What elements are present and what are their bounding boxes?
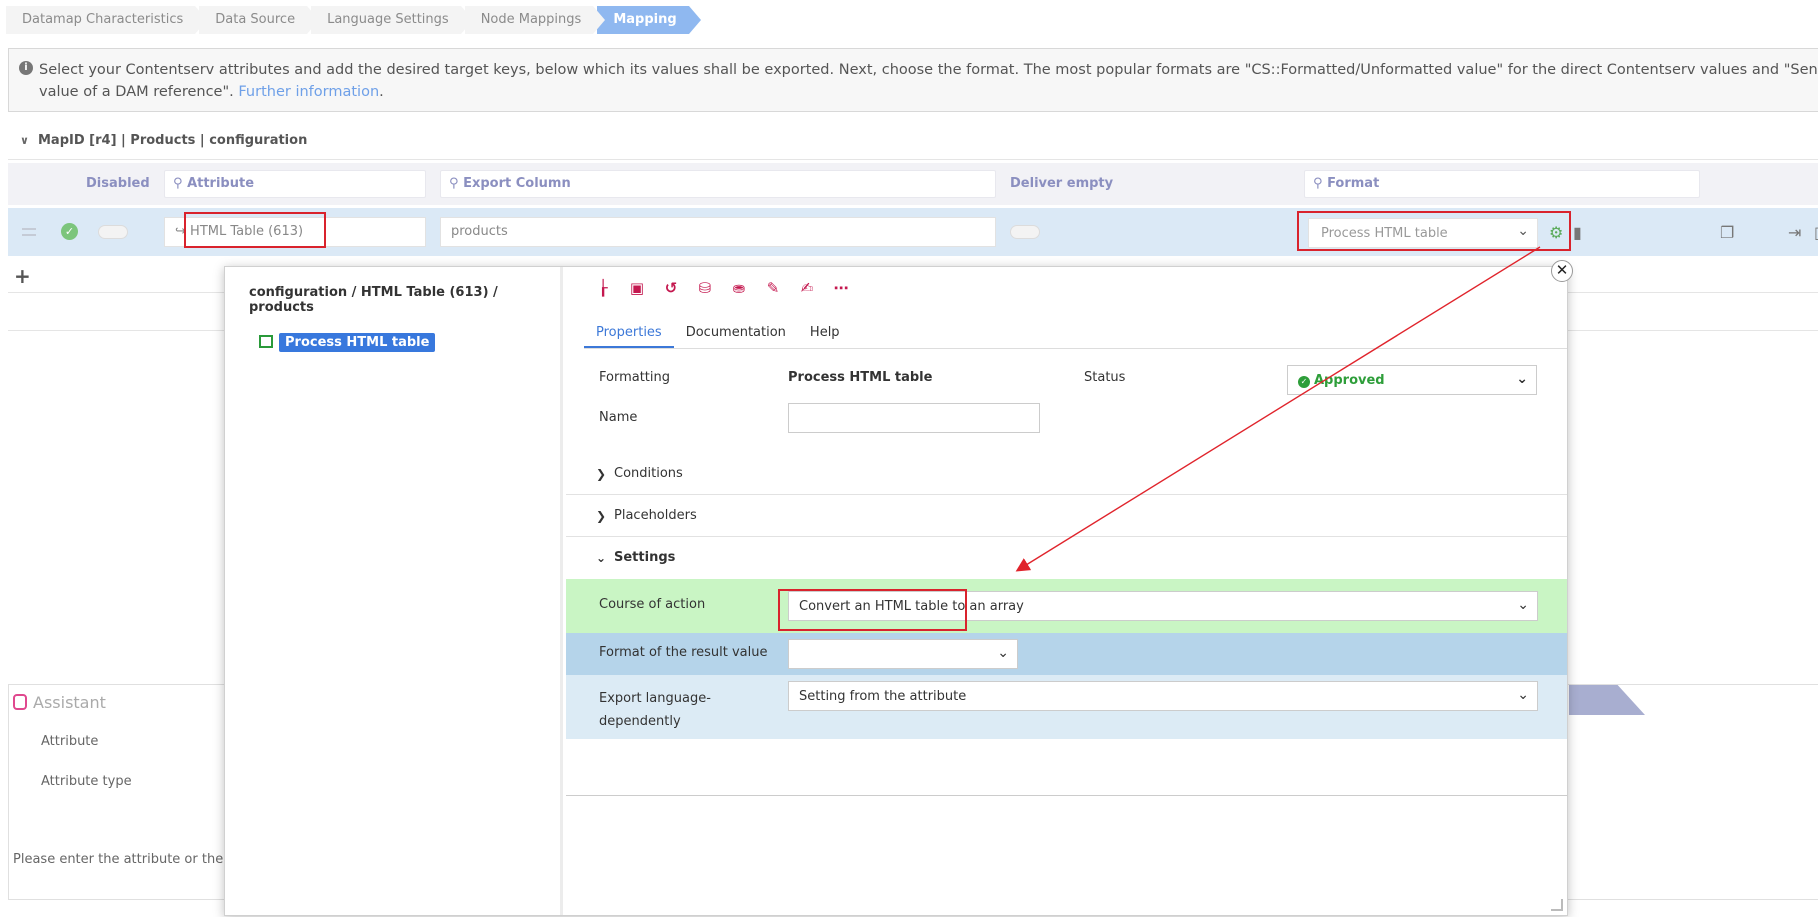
export-language-label: Export language-dependently: [599, 691, 711, 729]
table-icon: [259, 335, 273, 348]
chevron-down-icon: ⌄: [997, 645, 1009, 661]
tab-help[interactable]: Help: [798, 319, 852, 348]
divider: [566, 795, 1567, 796]
result-format-select[interactable]: ⌄: [788, 639, 1018, 669]
resize-handle-icon[interactable]: [1551, 899, 1563, 911]
breadcrumb-language-settings[interactable]: Language Settings: [311, 6, 473, 34]
database-export-icon[interactable]: ⛁: [696, 279, 714, 297]
more-icon[interactable]: ⋯: [832, 279, 850, 297]
assistant-title: Assistant: [13, 693, 106, 712]
status-select[interactable]: ✓ Approved ⌄: [1287, 365, 1537, 395]
save-icon[interactable]: ▣: [628, 279, 646, 297]
toolbar: ┟ ▣ ↺ ⛁ ⛂ ✎ ✍ ⋯: [594, 279, 850, 301]
properties-pane: ┟ ▣ ↺ ⛁ ⛂ ✎ ✍ ⋯ Properties Documentation…: [566, 267, 1567, 915]
chevron-down-icon: ⌄: [596, 551, 607, 565]
name-input[interactable]: [788, 403, 1040, 433]
status-label: Status: [1084, 370, 1126, 385]
breadcrumb: Datamap Characteristics Data Source Lang…: [6, 6, 702, 34]
map-header-title: MapID [r4] | Products | configuration: [38, 133, 308, 148]
config-path: configuration / HTML Table (613) / produ…: [249, 285, 498, 315]
format-highlight: [1297, 211, 1571, 251]
note-icon[interactable]: ▮: [1573, 223, 1582, 242]
config-tree: configuration / HTML Table (613) / produ…: [225, 267, 563, 915]
database-import-icon[interactable]: ⛂: [730, 279, 748, 297]
chevron-right-icon: ❯: [596, 467, 607, 481]
conditions-section[interactable]: ❯ Conditions: [566, 453, 1567, 495]
info-icon: i: [19, 61, 33, 75]
clipboard-paste-icon[interactable]: ✍: [798, 279, 816, 297]
export-column-filter[interactable]: ⚲ Export Column: [440, 170, 996, 198]
import-icon[interactable]: ⇥: [1788, 223, 1801, 242]
course-of-action-label: Course of action: [599, 597, 706, 612]
deliver-empty-toggle[interactable]: [1010, 225, 1040, 239]
assistant-attribute-type-label: Attribute type: [41, 774, 132, 789]
owl-icon: [13, 694, 27, 710]
format-filter[interactable]: ⚲ Format: [1304, 170, 1700, 198]
format-config-dialog: configuration / HTML Table (613) / produ…: [224, 266, 1568, 916]
add-row-icon[interactable]: +: [14, 264, 31, 288]
col-disabled: Disabled: [86, 176, 150, 191]
breadcrumb-data-source[interactable]: Data Source: [199, 6, 319, 34]
tree-structure-icon[interactable]: ┟: [594, 279, 612, 297]
course-of-action-row: Course of action Convert an HTML table t…: [566, 579, 1567, 633]
disabled-toggle[interactable]: [98, 225, 128, 239]
formatting-label: Formatting: [599, 370, 671, 385]
attribute-filter[interactable]: ⚲ Attribute: [164, 170, 426, 198]
settings-section[interactable]: ⌄ Settings: [566, 537, 1567, 579]
chevron-down-icon: ⌄: [1517, 597, 1529, 613]
check-circle-icon: ✓: [61, 223, 78, 240]
chevron-down-icon[interactable]: ∨: [20, 122, 29, 160]
course-value-highlight: [778, 589, 967, 631]
breadcrumb-mapping[interactable]: Mapping: [597, 6, 702, 34]
close-icon[interactable]: ✕: [1551, 260, 1573, 282]
result-format-row: Format of the result value ⌄: [566, 633, 1567, 675]
attribute-highlight: [184, 212, 326, 248]
check-circle-icon: ✓: [1298, 376, 1310, 388]
drag-handle-icon[interactable]: [22, 228, 36, 236]
assistant-attribute-label: Attribute: [41, 734, 99, 749]
result-format-label: Format of the result value: [599, 645, 768, 660]
name-label: Name: [599, 410, 638, 425]
tab-bar: Properties Documentation Help: [584, 319, 1567, 349]
chevron-down-icon: ⌄: [1516, 371, 1528, 387]
column-header: Disabled ⚲ Attribute ⚲ Export Column Del…: [8, 163, 1818, 205]
export-language-row: Export language-dependently Setting from…: [566, 675, 1567, 739]
col-deliver-empty: Deliver empty: [1010, 176, 1114, 191]
further-information-link[interactable]: Further information: [238, 84, 379, 100]
export-language-select[interactable]: Setting from the attribute ⌄: [788, 681, 1538, 711]
tab-properties[interactable]: Properties: [584, 319, 674, 348]
chevron-right-icon: ❯: [596, 509, 607, 523]
chevron-down-icon: ⌄: [1517, 687, 1529, 703]
formatting-value: Process HTML table: [788, 370, 933, 385]
map-header[interactable]: ∨ MapID [r4] | Products | configuration: [8, 122, 1818, 160]
placeholders-section[interactable]: ❯ Placeholders: [566, 495, 1567, 537]
breadcrumb-datamap-characteristics[interactable]: Datamap Characteristics: [6, 6, 208, 34]
copy-icon[interactable]: ❐: [1720, 223, 1734, 242]
breadcrumb-node-mappings[interactable]: Node Mappings: [464, 6, 605, 34]
clipboard-copy-icon[interactable]: ✎: [764, 279, 782, 297]
assistant-tab: [1569, 685, 1645, 715]
undo-icon[interactable]: ↺: [662, 279, 680, 297]
trash-icon[interactable]: ▯: [1814, 223, 1818, 242]
info-message: i Select your Contentserv attributes and…: [8, 48, 1818, 112]
tab-documentation[interactable]: Documentation: [674, 319, 798, 348]
export-column-field[interactable]: products: [440, 217, 996, 247]
